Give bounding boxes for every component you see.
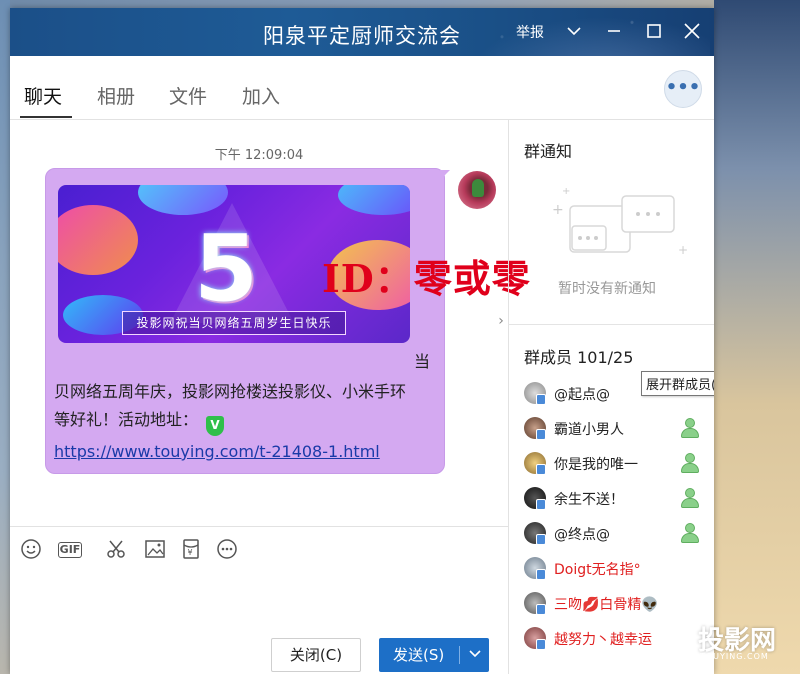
bubble-tail <box>440 170 450 180</box>
member-item[interactable]: 三吻💋白骨精👽 <box>524 590 714 620</box>
message-text-line-1: 当 <box>414 352 431 371</box>
mobile-status-icon <box>536 464 546 475</box>
mobile-status-icon <box>536 569 546 580</box>
member-name: 越努力丶越幸运 <box>554 632 652 648</box>
gif-label: GIF <box>58 542 82 558</box>
report-button[interactable]: 举报 <box>516 22 544 42</box>
svg-text:+: + <box>678 243 688 257</box>
banner-caption: 投影网祝当贝网络五周岁生日快乐 <box>122 311 346 335</box>
mobile-status-icon <box>536 639 546 650</box>
member-item[interactable]: 余生不送！ <box>524 485 714 515</box>
emoji-icon[interactable] <box>18 538 44 562</box>
member-name: @终点@ <box>554 527 610 543</box>
maximize-icon[interactable] <box>642 18 666 44</box>
send-options-chevron-icon[interactable] <box>465 638 485 672</box>
member-item[interactable]: 霸道小男人 <box>524 415 714 445</box>
tab-bar: 聊天 相册 文件 加入 <box>10 56 714 120</box>
member-name: 余生不送！ <box>554 492 624 508</box>
mobile-status-icon <box>536 394 546 405</box>
more-tools-icon[interactable] <box>214 538 240 562</box>
desktop-background-right <box>714 0 800 674</box>
scissors-icon[interactable] <box>103 538 129 562</box>
member-item[interactable]: @终点@ <box>524 520 714 550</box>
empty-notice-text: 暂时没有新通知 <box>558 281 656 297</box>
tab-files[interactable]: 文件 <box>169 82 207 109</box>
site-watermark: 投影网 TOUYING.COM <box>660 618 800 666</box>
member-name: Doigt无名指° <box>554 562 641 578</box>
chevron-down-icon[interactable] <box>562 18 586 44</box>
watermark-subtext: TOUYING.COM <box>700 652 769 661</box>
member-name: @起点@ <box>554 387 610 403</box>
message-text-line-3: 等好礼！活动地址： <box>54 410 199 429</box>
member-role-icon <box>680 487 700 509</box>
group-notice-title: 群通知 <box>524 142 573 161</box>
input-separator <box>10 526 508 527</box>
member-item[interactable]: Doigt无名指° <box>524 555 714 585</box>
chat-window: 阳泉平定厨师交流会 举报 聊天 相册 文件 加入 ••• 下午 12:09:04… <box>10 8 714 674</box>
svg-text:+: + <box>552 202 564 218</box>
mobile-status-icon <box>536 429 546 440</box>
send-label: 发送(S) <box>393 646 445 664</box>
watermark-logo-icon <box>660 620 694 654</box>
sender-avatar[interactable] <box>458 171 496 209</box>
collapse-panel-icon[interactable]: › <box>494 308 508 334</box>
minimize-icon[interactable] <box>602 18 626 44</box>
member-item[interactable]: 你是我的唯一 <box>524 450 714 480</box>
message-link[interactable]: https://www.touying.com/t-21408-1.html <box>54 442 380 461</box>
more-options-button[interactable]: ••• <box>664 70 702 108</box>
gif-icon[interactable]: GIF <box>58 538 90 562</box>
mobile-status-icon <box>536 499 546 510</box>
tab-album[interactable]: 相册 <box>97 82 135 109</box>
send-button[interactable]: 发送(S) <box>379 638 489 672</box>
message-text-line-2: 贝网络五周年庆，投影网抢楼送投影仪、小米手环 <box>54 382 407 401</box>
close-icon[interactable] <box>680 18 704 44</box>
empty-notice-icon: + + + <box>552 188 688 257</box>
red-packet-icon[interactable]: ¥ <box>178 538 204 562</box>
member-name: 你是我的唯一 <box>554 457 638 473</box>
group-members-title[interactable]: 群成员 101/25 <box>524 344 642 368</box>
overlay-id-text: ID：零或零 <box>322 256 531 301</box>
svg-text:¥: ¥ <box>188 548 193 557</box>
svg-text:+: + <box>562 188 570 197</box>
panel-divider <box>508 120 509 674</box>
close-button[interactable]: 关闭(C) <box>271 638 361 672</box>
member-role-icon <box>680 452 700 474</box>
tab-join[interactable]: 加入 <box>242 82 280 109</box>
tab-chat[interactable]: 聊天 <box>24 82 62 109</box>
title-bar[interactable]: 阳泉平定厨师交流会 举报 <box>10 8 714 56</box>
message-timestamp: 下午 12:09:04 <box>214 148 304 163</box>
member-item[interactable]: @起点@ <box>524 380 714 410</box>
send-split-divider <box>459 646 460 664</box>
image-icon[interactable] <box>142 538 168 562</box>
member-role-icon <box>680 417 700 439</box>
member-name: 三吻💋白骨精👽 <box>554 597 659 613</box>
mobile-status-icon <box>536 604 546 615</box>
active-tab-indicator <box>20 116 72 118</box>
members-separator <box>508 324 714 325</box>
banner-number: 5 <box>194 215 259 322</box>
desktop-background-left <box>0 0 10 674</box>
verified-shield-icon: V <box>206 416 224 436</box>
mobile-status-icon <box>536 534 546 545</box>
member-role-icon <box>680 522 700 544</box>
member-name: 霸道小男人 <box>554 422 624 438</box>
